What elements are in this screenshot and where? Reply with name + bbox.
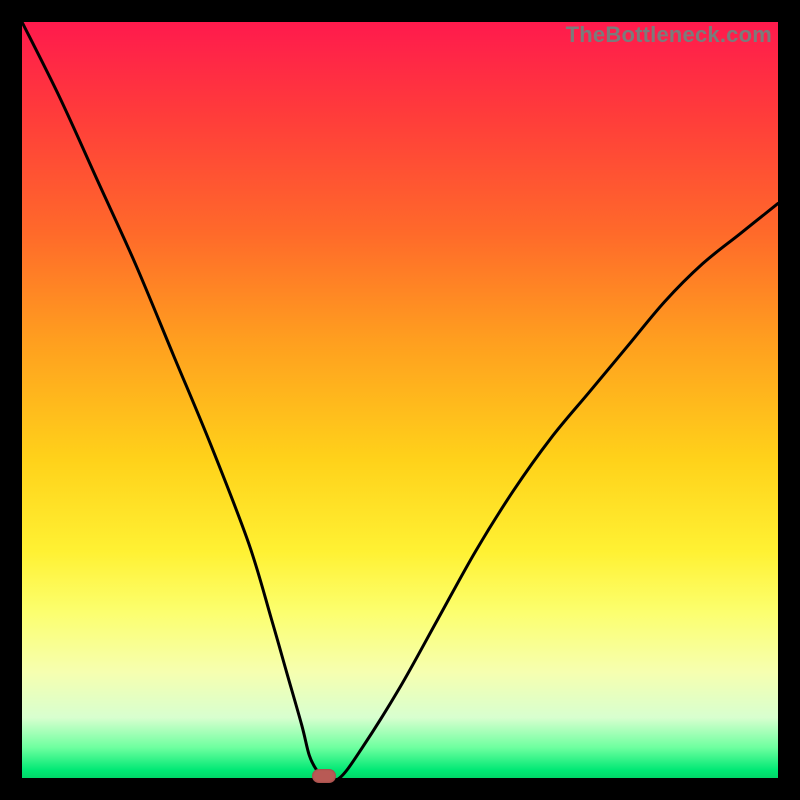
bottleneck-curve bbox=[22, 22, 778, 778]
optimal-marker bbox=[312, 769, 336, 783]
chart-frame: TheBottleneck.com bbox=[0, 0, 800, 800]
plot-area: TheBottleneck.com bbox=[22, 22, 778, 778]
